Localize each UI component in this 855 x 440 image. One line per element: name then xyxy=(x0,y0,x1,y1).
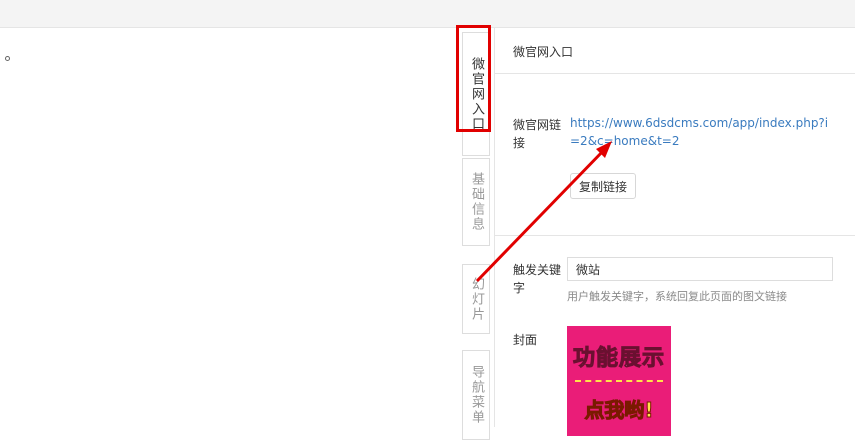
panel-title: 微官网入口 xyxy=(513,45,574,59)
entry-panel: 微官网入口 微官网链接 https://www.6dsdcms.com/app/… xyxy=(494,27,855,436)
cover-dash-line xyxy=(575,380,663,382)
cover-image[interactable]: 功能展示 点我哟! xyxy=(567,326,671,436)
tab-weiguanwang-entry[interactable]: 微官网入口 xyxy=(462,32,490,156)
tab-label: 幻灯片 xyxy=(469,276,484,322)
link-label: 微官网链接 xyxy=(513,118,562,150)
copy-link-button[interactable]: 复制链接 xyxy=(570,173,636,199)
keyword-label: 触发关键字 xyxy=(513,263,562,295)
cover-text-line2: 点我哟! xyxy=(584,398,654,423)
keyword-input[interactable] xyxy=(567,257,833,281)
tab-slideshow[interactable]: 幻灯片 xyxy=(462,264,490,334)
tab-label: 微官网入口 xyxy=(469,56,484,132)
cover-label: 封面 xyxy=(513,333,538,347)
bullet-dot xyxy=(5,56,10,61)
keyword-help-text: 用户触发关键字，系统回复此页面的图文链接 xyxy=(567,290,787,303)
tab-label: 基础信息 xyxy=(469,172,484,232)
divider xyxy=(495,235,855,236)
top-bar xyxy=(0,0,855,28)
divider xyxy=(495,73,855,74)
tab-label: 导航菜单 xyxy=(469,365,484,425)
cover-text-line1: 功能展示 xyxy=(572,346,665,372)
tab-basic-info[interactable]: 基础信息 xyxy=(462,158,490,246)
entry-link[interactable]: https://www.6dsdcms.com/app/index.php?i=… xyxy=(570,114,830,150)
